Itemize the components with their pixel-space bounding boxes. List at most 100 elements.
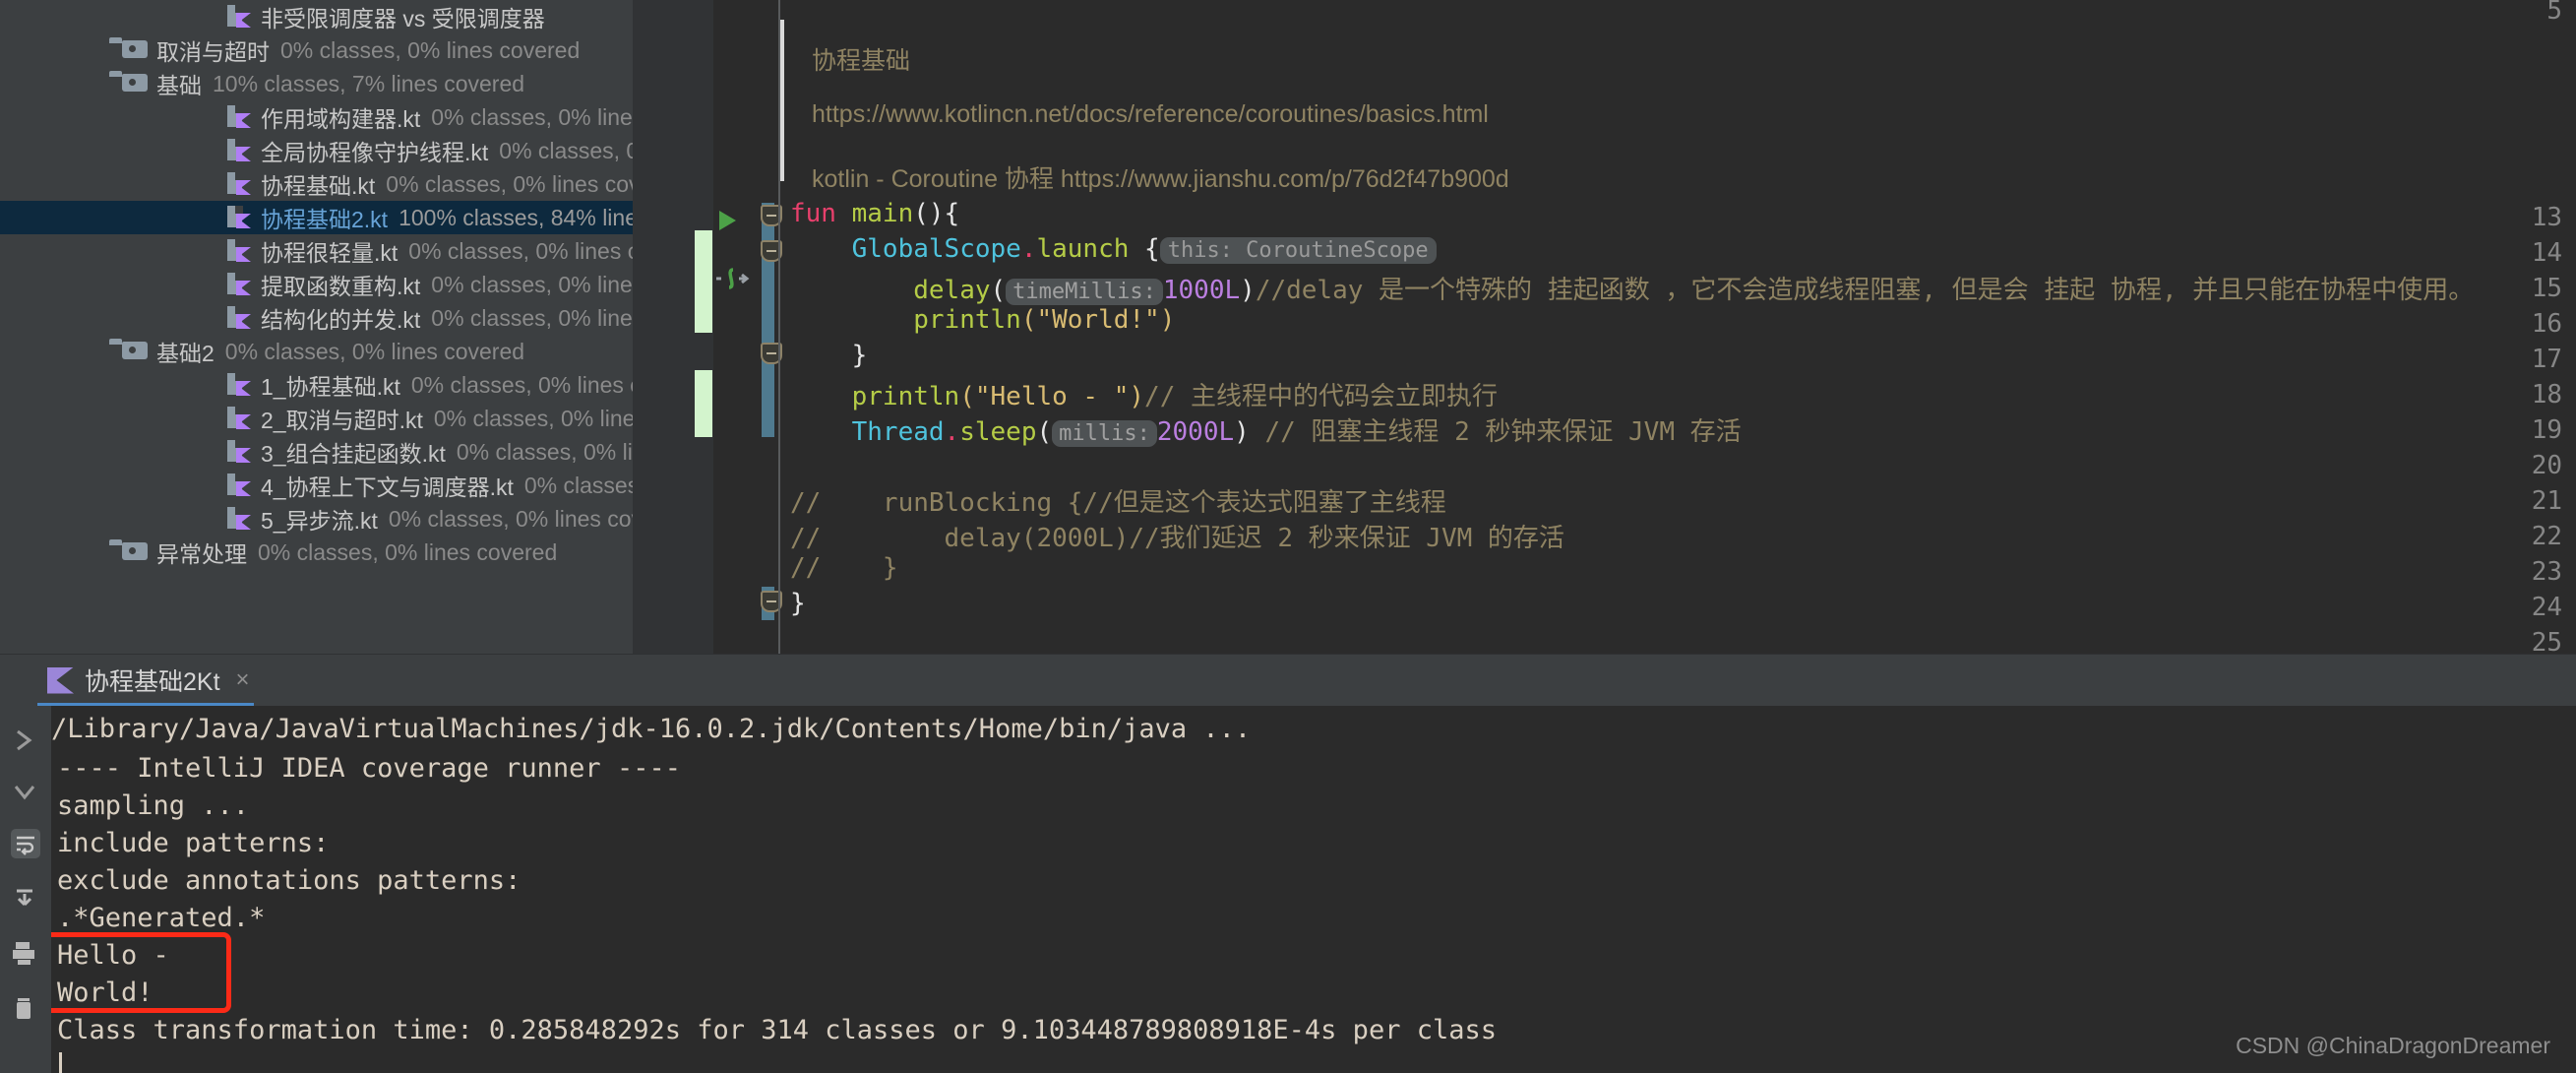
tree-row[interactable]: 协程很轻量.kt 0% classes, 0% lines covered (0, 234, 633, 268)
console-caret (59, 1052, 62, 1073)
inlay-hint-timemillis: timeMillis: (1006, 279, 1163, 305)
tree-row-label: 作用域构建器.kt (261, 106, 421, 132)
tree-row[interactable]: 结构化的并发.kt 0% classes, 0% lines covered (0, 301, 633, 335)
fn-println-2: println (851, 382, 960, 411)
tree-row-coverage: 0% classes, 0% lines covered (410, 371, 633, 398)
ide-window: 非受限调度器 vs 受限调度器 取消与超时 0% classes, 0% lines… (0, 0, 2576, 1073)
tree-row[interactable]: 异常处理 0% classes, 0% lines covered (0, 536, 633, 569)
console-toolbar[interactable] (0, 706, 51, 1073)
kotlin-file-icon (226, 138, 252, 163)
string-hello: ("Hello - ") (959, 382, 1145, 411)
tree-row[interactable]: 协程基础2.kt 100% classes, 84% lines covered (0, 201, 633, 234)
num-1000: 1000L (1162, 276, 1241, 305)
console-line-runner: ---- IntelliJ IDEA coverage runner ---- (57, 753, 681, 784)
console-line-include: include patterns: (57, 828, 330, 858)
kotlin-file-icon (226, 238, 252, 264)
code-editor[interactable]: 5 13 14 15 16 17 18 19 20 21 22 23 24 25 (633, 0, 2576, 658)
type-globalscope: GlobalScope (851, 234, 1021, 264)
tree-row[interactable]: 2_取消与超时.kt 0% classes, 0% lines covered (0, 402, 633, 435)
kotlin-file-icon (226, 171, 252, 197)
console-line-sampling: sampling ... (57, 790, 250, 821)
collapse-all-icon[interactable] (10, 726, 41, 757)
tree-row-label: 1_协程基础.kt (261, 374, 400, 400)
folder-icon (109, 539, 148, 565)
watermark: CSDN @ChinaDragonDreamer (2236, 1033, 2550, 1058)
tree-row-label: 5_异步流.kt (261, 508, 378, 534)
print-icon[interactable] (10, 938, 41, 970)
tree-row-coverage: 100% classes, 84% lines covered (399, 204, 633, 230)
console-line-classtime: Class transformation time: 0.285848292s … (57, 1015, 1497, 1045)
code-line-18: println("Hello - ")// 主线程中的代码会立即执行 (790, 376, 1498, 412)
code-line-24: } (790, 589, 806, 618)
tree-row-label: 协程基础2.kt (261, 207, 389, 232)
tree-row-coverage: 0% classes, 0% lines covered (431, 304, 633, 331)
tree-row[interactable]: 作用域构建器.kt 0% classes, 0% lines covered (0, 100, 633, 134)
fn-sleep: sleep (959, 417, 1037, 447)
comment-delay: //delay 是一个特殊的 挂起函数 ，它不会造成线程阻塞, 但是会 挂起 协… (1255, 276, 2475, 305)
code-text[interactable]: fun main(){ GlobalScope.launch {this: Co… (790, 0, 2576, 655)
tree-row[interactable]: 5_异步流.kt 0% classes, 0% lines covered (0, 502, 633, 536)
tree-row[interactable]: 基础2 0% classes, 0% lines covered (0, 335, 633, 368)
tree-row-label: 异常处理 (156, 541, 247, 567)
trash-icon[interactable] (10, 993, 41, 1025)
fold-region-bar-2[interactable] (762, 370, 774, 437)
tree-row[interactable]: 1_协程基础.kt 0% classes, 0% lines covered (0, 368, 633, 402)
tree-row[interactable]: 3_组合挂起函数.kt 0% classes, 0% lines covered (0, 435, 633, 469)
coverage-marker-covered-2 (695, 370, 712, 437)
paren-open: ( (990, 276, 1007, 305)
tree-row[interactable]: 全局协程像守护线程.kt 0% classes, 0% lines covered (0, 134, 633, 167)
tree-row[interactable]: 4_协程上下文与调度器.kt 0% classes, 0% lines cover… (0, 469, 633, 502)
annotation-highlight-box (51, 932, 231, 1013)
code-line-15: delay(timeMillis: 1000L)//delay 是一个特殊的 挂起… (790, 270, 2474, 306)
fn-println: println (913, 305, 1021, 335)
brace-close: } (851, 341, 868, 370)
coverage-tree-panel[interactable]: 非受限调度器 vs 受限调度器 取消与超时 0% classes, 0% lines… (0, 0, 633, 655)
tree-row-coverage: 0% classes, 0% lines covered (386, 170, 633, 197)
tree-row-label: 全局协程像守护线程.kt (261, 140, 489, 165)
kotlin-file-icon (226, 506, 252, 532)
tree-row-coverage: 0% classes, 0% lines covered (431, 103, 633, 130)
tree-row-label: 提取函数重构.kt (261, 274, 421, 299)
suspend-function-icon[interactable] (713, 266, 751, 298)
run-tab-label: 协程基础2Kt (85, 668, 220, 696)
tree-row-coverage: 0% classes, 0% lines covered (499, 137, 633, 163)
tree-row-coverage: 10% classes, 7% lines covered (213, 70, 525, 96)
code-line-13: fun main(){ (790, 199, 959, 228)
tree-row[interactable]: 基础 10% classes, 7% lines covered (0, 67, 633, 100)
code-line-16: println("World!") (790, 305, 1175, 335)
soft-wrap-icon[interactable] (10, 828, 41, 859)
console-command-highlight: /Library/Java/JavaVirtualMachines/jdk-16… (51, 714, 1252, 744)
close-icon[interactable]: × (236, 666, 250, 694)
kotlin-file-icon (226, 372, 252, 398)
tree-row-label: 3_组合挂起函数.kt (261, 441, 446, 467)
tree-row[interactable]: 非受限调度器 vs 受限调度器 (0, 0, 633, 33)
comment-sleep: // 阻塞主线程 2 秒钟来保证 JVM 存活 (1249, 417, 1742, 447)
kotlin-file-icon (226, 205, 252, 230)
tree-row[interactable]: 提取函数重构.kt 0% classes, 0% lines covered (0, 268, 633, 301)
paren-close: ) (1240, 276, 1256, 305)
tree-row-coverage: 0% classes, 0% lines covered (456, 438, 633, 465)
tree-row-coverage: 0% classes, 0% lines covered (280, 36, 581, 63)
console-output[interactable]: /Library/Java/JavaVirtualMachines/jdk-16… (51, 706, 2576, 1073)
dot: . (1020, 234, 1037, 264)
kotlin-file-icon (226, 272, 252, 297)
console-line-command: /Library/Java/JavaVirtualMachines/jdk-16… (51, 714, 1251, 744)
tree-row[interactable]: 取消与超时 0% classes, 0% lines covered (0, 33, 633, 67)
tree-row[interactable]: 协程基础.kt 0% classes, 0% lines covered (0, 167, 633, 201)
paren-close-2: ) (1234, 417, 1250, 447)
fn-delay: delay (913, 276, 991, 305)
run-tab-coroutine-basics2kt[interactable]: 协程基础2Kt × (37, 655, 266, 706)
coverage-marker-covered (695, 230, 712, 333)
expand-all-icon[interactable] (10, 777, 41, 808)
kotlin-file-icon (226, 104, 252, 130)
code-punct: (){ (913, 199, 960, 228)
tree-row-coverage: 0% classes, 0% lines covered (224, 338, 525, 364)
run-main-icon[interactable] (719, 211, 736, 230)
doc-comment-bar (780, 20, 784, 181)
tree-row-label: 协程基础.kt (261, 173, 376, 199)
tree-row-coverage: 0% classes, 0% lines covered (431, 271, 633, 297)
tree-row-label: 基础2 (156, 341, 215, 366)
kotlin-file-icon (226, 406, 252, 431)
scroll-to-end-icon[interactable] (10, 883, 41, 915)
kotlin-file-icon (226, 4, 252, 30)
